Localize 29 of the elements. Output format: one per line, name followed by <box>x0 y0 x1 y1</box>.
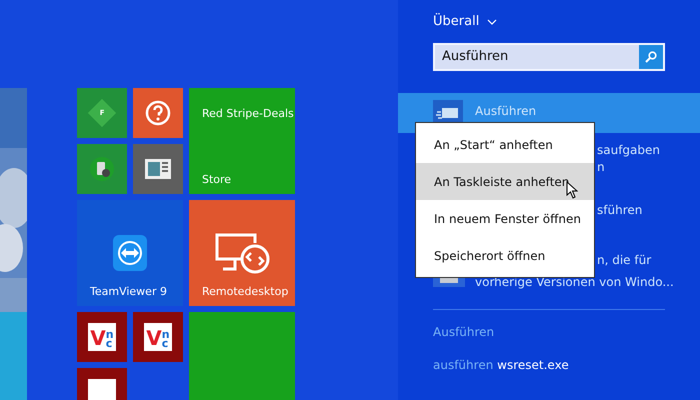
app-tile[interactable] <box>133 144 183 194</box>
remote-monitor-icon <box>213 231 271 275</box>
result-title: Ausführen <box>475 102 536 120</box>
section-heading: Ausführen <box>432 324 496 340</box>
app-tile[interactable] <box>133 88 183 138</box>
result-text: sführen <box>597 202 644 218</box>
tile-label: TeamViewer 9 <box>90 284 167 300</box>
app-tile[interactable] <box>77 144 127 194</box>
result-text: n <box>597 158 606 176</box>
tile-label: Remotedesktop <box>202 284 288 300</box>
result-text: saufgaben <box>597 142 662 158</box>
menu-item[interactable]: An Taskleiste anheften <box>416 163 594 200</box>
tile-title: Red Stripe-Deals <box>202 106 294 122</box>
newspaper-icon <box>145 159 171 179</box>
chevron-down-icon[interactable] <box>487 18 498 25</box>
scope-label[interactable]: Überall <box>433 12 480 32</box>
phone-app-icon <box>89 156 115 182</box>
result-text: vorherige Versionen von Windo... <box>475 274 674 290</box>
suggestion-link[interactable]: ausführen wsreset.exe <box>433 356 569 374</box>
question-icon <box>145 100 171 126</box>
tile-label: Store <box>202 172 232 188</box>
app-tile[interactable]: Remotedesktop <box>189 200 295 306</box>
result-text: n, die für <box>597 252 652 268</box>
menu-item[interactable]: Speicherort öffnen <box>416 237 594 274</box>
app-tile[interactable] <box>0 312 27 400</box>
menu-item[interactable]: In neuem Fenster öffnen <box>416 200 594 237</box>
app-tile[interactable] <box>189 312 295 400</box>
app-tile[interactable]: TeamViewer 9 <box>77 200 183 306</box>
vnc-logo <box>88 379 116 400</box>
